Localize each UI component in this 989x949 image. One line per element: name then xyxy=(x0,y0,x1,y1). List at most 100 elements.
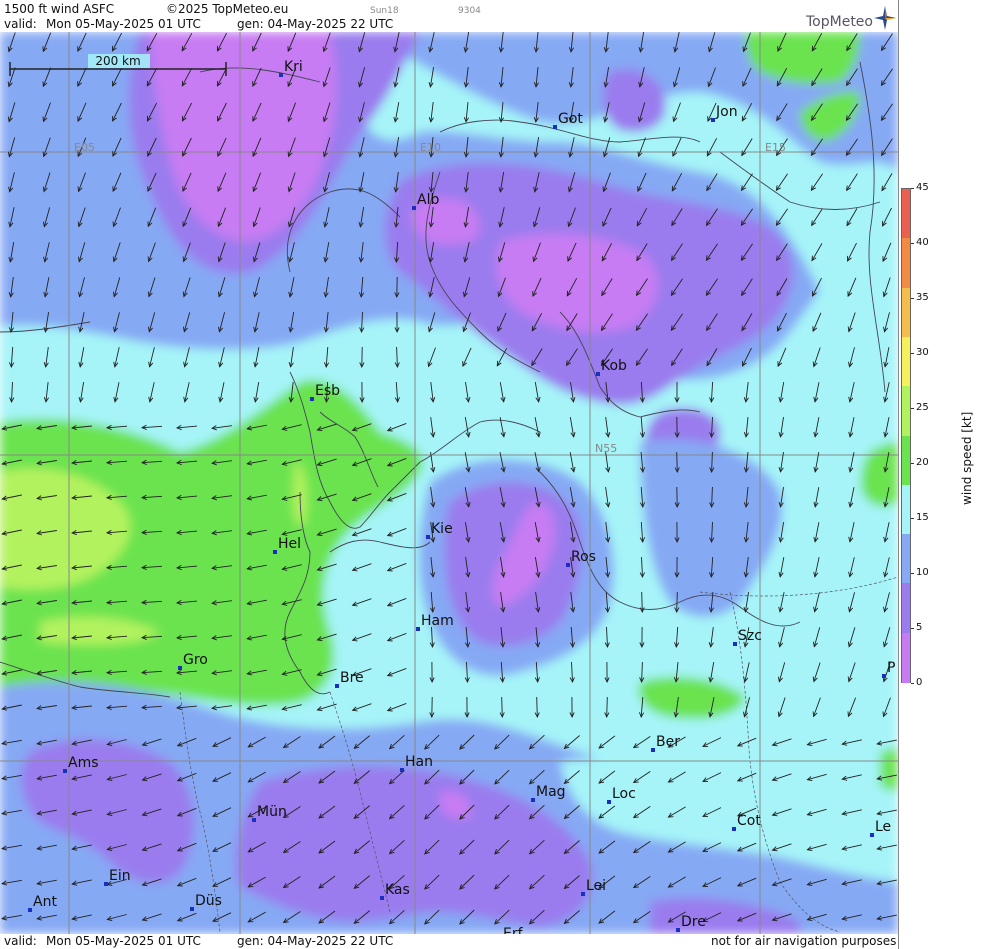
logo-text: TopMeteo xyxy=(806,14,873,30)
city-marker[interactable]: Cot xyxy=(732,813,761,831)
colorbar-segment xyxy=(902,484,910,536)
colorbar-segment xyxy=(902,336,910,388)
city-marker[interactable]: Han xyxy=(400,754,433,772)
colorbar-tick-mark xyxy=(911,683,914,684)
colorbar-tick-label: 40 xyxy=(916,237,929,248)
footer-valid-label: valid: xyxy=(4,934,37,948)
city-dot xyxy=(676,928,680,932)
colorbar-tick-label: 30 xyxy=(916,347,929,358)
city-marker[interactable]: Ams xyxy=(63,755,99,773)
city-label: Bre xyxy=(340,670,364,686)
city-marker[interactable]: Gro xyxy=(178,652,208,670)
city-marker[interactable]: Ant xyxy=(28,894,57,912)
city-label: Jon xyxy=(715,104,738,120)
legend-panel xyxy=(898,0,989,949)
colorbar-segment xyxy=(902,386,910,437)
city-marker[interactable]: Kas xyxy=(380,882,410,900)
colorbar-segment xyxy=(902,287,910,338)
city-marker[interactable]: Bre xyxy=(335,670,364,688)
compass-star-icon xyxy=(874,6,896,30)
colorbar-tick-mark xyxy=(911,243,914,244)
wind-arrow xyxy=(641,591,643,613)
city-marker[interactable]: Mün xyxy=(252,804,287,822)
colorbar-segment xyxy=(902,435,910,486)
city-dot xyxy=(732,827,736,831)
city-label: Kie xyxy=(431,521,453,537)
colorbar-tick-mark xyxy=(911,188,914,189)
city-label: Le xyxy=(875,819,891,835)
wind-arrow xyxy=(606,696,608,718)
city-dot xyxy=(882,674,886,678)
city-dot xyxy=(380,896,384,900)
colorbar-tick-label: 35 xyxy=(916,292,929,303)
city-marker[interactable]: Kob xyxy=(596,358,627,376)
colorbar-tick-label: 5 xyxy=(916,622,923,633)
generation-time: gen: 04-May-2025 22 UTC xyxy=(237,17,394,31)
city-marker[interactable]: Ber xyxy=(651,734,680,752)
city-label: Dre xyxy=(681,914,706,930)
city-marker[interactable]: Hel xyxy=(273,536,301,554)
city-label: Cot xyxy=(737,813,761,829)
grid-label-e10: E10 xyxy=(420,141,441,154)
city-marker[interactable]: Dre xyxy=(676,914,706,932)
city-label: Kri xyxy=(284,59,303,75)
product-title: 1500 ft wind ASFC xyxy=(4,2,115,16)
city-label: Ber xyxy=(656,734,680,750)
city-dot xyxy=(733,642,737,646)
colorbar-tick-mark xyxy=(911,518,914,519)
wind-arrow xyxy=(676,591,678,613)
city-marker[interactable]: Alb xyxy=(412,192,439,210)
colorbar-segment xyxy=(902,632,910,683)
city-marker[interactable]: Mag xyxy=(531,784,566,802)
footer-generation-time: gen: 04-May-2025 22 UTC xyxy=(237,934,394,948)
city-marker[interactable]: Ros xyxy=(566,549,596,567)
city-marker[interactable]: Ham xyxy=(416,613,454,631)
colorbar-tick-mark xyxy=(911,298,914,299)
city-label: Hel xyxy=(278,536,301,552)
city-dot xyxy=(566,563,570,567)
city-dot xyxy=(651,748,655,752)
sun-indicator: Sun18 xyxy=(370,6,399,16)
colorbar-tick-label: 0 xyxy=(916,677,923,688)
colorbar-segment xyxy=(902,238,910,289)
wind-map[interactable]: E05 E10 E15 N55 200 km Kri Got Jon Alb Kob Es… xyxy=(0,32,898,934)
colorbar-tick-mark xyxy=(911,573,914,574)
city-label: Lei xyxy=(586,878,606,894)
wind-arrow xyxy=(536,696,538,718)
city-dot xyxy=(400,768,404,772)
city-dot xyxy=(335,684,339,688)
topmeteo-logo: TopMeteo xyxy=(806,6,896,30)
colorbar-tick-label: 20 xyxy=(916,457,929,468)
valid-time: Mon 05-May-2025 01 UTC xyxy=(46,17,201,31)
grid-label-e15: E15 xyxy=(765,141,786,154)
city-dot xyxy=(310,397,314,401)
city-dot xyxy=(426,535,430,539)
colorbar-units: wind speed [kt] xyxy=(960,411,974,505)
colorbar-segment xyxy=(902,583,910,634)
colorbar-tick-mark xyxy=(911,408,914,409)
city-marker[interactable]: Got xyxy=(553,111,583,129)
wind-map-canvas: E05 E10 E15 N55 200 km Kri Got Jon Alb Kob Es… xyxy=(0,32,898,934)
city-marker[interactable]: Düs xyxy=(190,893,222,911)
city-marker[interactable]: Loc xyxy=(607,786,636,804)
city-dot xyxy=(190,907,194,911)
city-label: P xyxy=(887,660,895,676)
colorbar-tick-mark xyxy=(911,463,914,464)
navigation-disclaimer: not for air navigation purposes xyxy=(711,934,897,948)
city-marker[interactable]: Szc xyxy=(733,628,762,646)
city-label: Mün xyxy=(257,804,287,820)
city-label: Ant xyxy=(33,894,57,910)
city-label: Loc xyxy=(612,786,636,802)
city-dot xyxy=(252,818,256,822)
city-dot xyxy=(711,118,715,122)
strong-wind-zone-east-edge-2 xyxy=(880,747,898,792)
city-label: Ein xyxy=(109,868,131,884)
city-dot xyxy=(273,550,277,554)
wind-arrow xyxy=(676,451,678,473)
wind-arrow xyxy=(501,696,503,718)
city-dot xyxy=(581,892,585,896)
colorbar-tick-label: 10 xyxy=(916,567,929,578)
city-label: Ams xyxy=(68,755,99,771)
city-marker[interactable]: Esb xyxy=(310,383,340,401)
city-dot xyxy=(596,372,600,376)
